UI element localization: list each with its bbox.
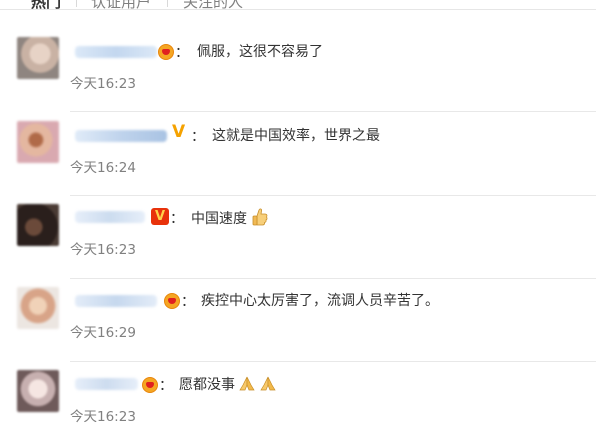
avatar[interactable] [17,370,59,412]
username-link[interactable] [75,378,138,390]
colon-separator: ： [191,129,205,145]
tab-verified-users[interactable]: 认证用户 [91,0,151,12]
comment-timestamp: 今天16:23 [70,242,136,258]
colon-separator: ： [170,211,184,227]
avatar[interactable] [17,204,59,246]
comment-text: 佩服，这很不容易了 [197,44,323,60]
comment-timestamp: 今天16:23 [70,409,136,425]
praying-hands-icon [259,376,277,392]
comment-text: 中国速度 [191,208,268,229]
tab-hot[interactable]: 热门 [31,0,61,12]
v-red-icon: V [151,208,169,225]
colon-separator: ： [181,294,195,310]
comment-text: 这就是中国效率，世界之最 [212,128,380,144]
username-link[interactable] [75,130,167,142]
thumbs-up-icon [252,208,268,226]
avatar[interactable] [17,37,59,79]
comment-item: ： 佩服，这很不容易了 今天16:23 [0,28,596,112]
comment-text: 愿都没事 [179,375,277,395]
comment-text-content: 中国速度 [191,211,247,227]
username-link[interactable] [75,46,157,58]
comment-text: 疾控中心太厉害了，流调人员辛苦了。 [201,293,439,309]
comment-item: V ： 这就是中国效率，世界之最 今天16:24 [0,112,596,196]
comment-filter-tabs: 热门 认证用户 关注的人 [0,0,596,14]
comment-timestamp: 今天16:23 [70,76,136,92]
crown-icon [142,377,158,393]
praying-hands-icon [238,376,256,392]
colon-separator: ： [159,378,173,394]
v-gold-icon: V [172,122,186,142]
avatar[interactable] [17,121,59,163]
tabs-divider-line [0,9,596,10]
comment-item: ： 疾控中心太厉害了，流调人员辛苦了。 今天16:29 [0,278,596,362]
comment-timestamp: 今天16:24 [70,160,136,176]
tab-divider [76,0,77,7]
crown-icon [164,293,180,309]
comment-timestamp: 今天16:29 [70,325,136,341]
comment-text-content: 愿都没事 [179,377,235,393]
comment-item: ： 愿都没事 今天16:23 [0,361,596,445]
avatar[interactable] [17,287,59,329]
comment-item: V ： 中国速度 今天16:23 [0,195,596,279]
crown-icon [158,44,174,60]
username-link[interactable] [75,211,145,223]
colon-separator: ： [175,45,189,61]
username-link[interactable] [75,295,157,307]
tab-following[interactable]: 关注的人 [183,0,243,12]
tab-divider [167,0,168,7]
